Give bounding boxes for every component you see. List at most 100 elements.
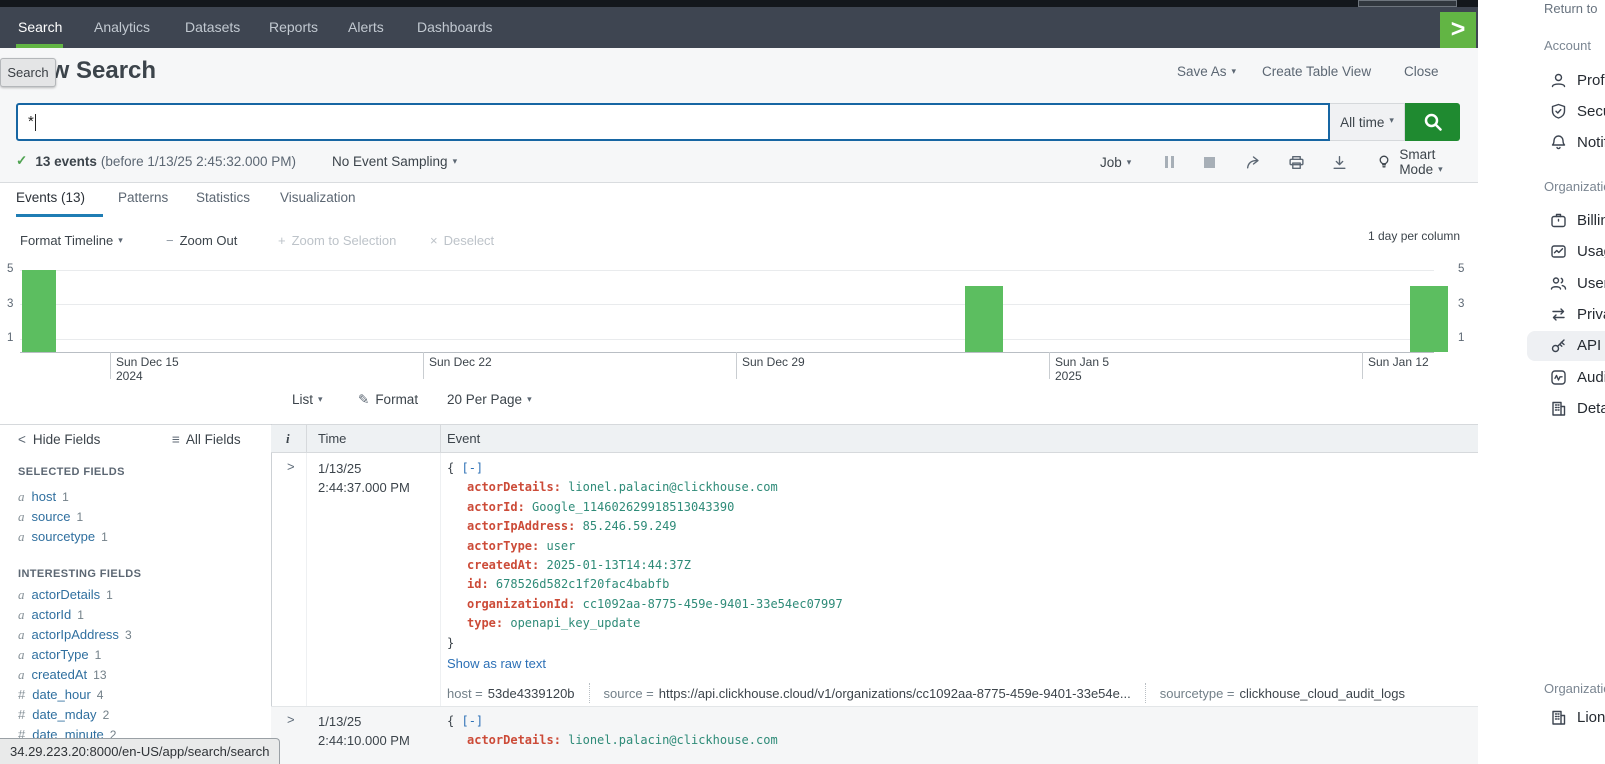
search-submit-button[interactable] [1405,103,1460,141]
search-hover-tooltip: Search [0,58,56,87]
gridline-3 [20,304,1434,305]
meta-host-value[interactable]: 53de4339120b [488,684,575,703]
return-to-link[interactable]: Return to [1544,1,1597,16]
ytick-left-1: 1 [7,332,13,344]
field-host[interactable]: ahost1 [18,489,69,505]
nav-item-search[interactable]: Search [18,7,62,48]
sidebar-item-security[interactable]: Security [1550,103,1605,120]
event-count-detail: (before 1/13/25 2:45:32.000 PM) [101,154,296,169]
sidebar-item-profile[interactable]: Profile [1550,72,1605,89]
magnifier-icon [1423,112,1443,132]
timeline-bar[interactable] [1410,286,1448,352]
event-sampling-dropdown[interactable]: No Event Sampling [332,154,457,169]
meta-separator [589,683,590,703]
interesting-fields-title: INTERESTING FIELDS [18,568,141,580]
timeline-bar[interactable] [965,286,1003,352]
sidebar-item-api-keys[interactable]: API keys [1550,337,1605,354]
header-col-divider [306,425,307,453]
ytick-left-3: 3 [7,298,13,310]
x-icon [430,233,438,248]
meta-source-value[interactable]: https://api.clickhouse.cloud/v1/organiza… [659,684,1131,703]
export-job-icon[interactable] [1331,154,1348,171]
stop-job-icon[interactable] [1204,157,1215,168]
job-controls: Job Smart Mode [1100,150,1478,174]
tab-statistics[interactable]: Statistics [196,190,250,205]
timeline-bar[interactable] [22,270,56,352]
collapse-json-link[interactable]: [-] [461,714,483,728]
event-json: { [-] actorDetails: lionel.palacin@click… [447,712,778,751]
xlabel-dec15: Sun Dec 152024 [116,355,179,383]
account-section-title: Account [1544,38,1591,53]
per-page-dropdown[interactable]: 20 Per Page [447,392,532,407]
person-icon [1550,72,1567,89]
job-menu[interactable]: Job [1100,155,1131,170]
create-table-view-button[interactable]: Create Table View [1262,64,1371,79]
field-date-hour[interactable]: #date_hour4 [18,687,103,702]
active-tab-underline [16,214,103,217]
clickhouse-console-sidebar: Return to Account Profile Security Notif… [1478,0,1605,764]
tab-patterns[interactable]: Patterns [118,190,168,205]
zoom-to-selection-button[interactable]: Zoom to Selection [278,233,396,248]
xlabel-dec22: Sun Dec 22 [429,355,492,369]
sidebar-item-organization-lionel[interactable]: Lionel [1550,709,1605,726]
list-view-dropdown[interactable]: List [292,392,323,407]
collapse-json-link[interactable]: [-] [461,461,483,475]
expand-event-chevron[interactable]: > [287,712,295,727]
meta-sourcetype-value[interactable]: clickhouse_cloud_audit_logs [1240,684,1406,703]
zoom-out-button[interactable]: Zoom Out [166,233,237,248]
sidebar-item-users[interactable]: Users [1550,275,1605,292]
hide-fields-button[interactable]: Hide Fields [18,432,100,447]
sidebar-item-private-endpoints[interactable]: Private endpoints [1550,306,1605,323]
xlabel-dec29: Sun Dec 29 [742,355,805,369]
nav-item-alerts[interactable]: Alerts [348,7,384,48]
field-date-mday[interactable]: #date_mday2 [18,707,109,722]
job-status-row: 13 events (before 1/13/25 2:45:32.000 PM… [16,153,457,169]
field-actorid[interactable]: aactorId1 [18,607,84,623]
nav-item-reports[interactable]: Reports [269,7,318,48]
event-timeline-chart [20,258,1434,353]
splunk-logo-icon[interactable]: > [1440,12,1476,48]
ytick-right-3: 3 [1458,298,1464,310]
field-createdat[interactable]: acreatedAt13 [18,667,107,683]
organization-section-title: Organization [1544,179,1605,194]
all-fields-button[interactable]: All Fields [172,432,241,447]
deselect-button[interactable]: Deselect [430,233,494,248]
sidebar-item-billing[interactable]: Billing [1550,212,1605,229]
tab-visualization[interactable]: Visualization [280,190,356,205]
week-tick [1049,352,1050,379]
share-job-icon[interactable] [1245,154,1262,171]
close-button[interactable]: Close [1404,64,1439,79]
nav-item-analytics[interactable]: Analytics [94,7,150,48]
sidebar-item-usage[interactable]: Usage [1550,243,1605,260]
field-actortype[interactable]: aactorType1 [18,647,101,663]
expand-event-chevron[interactable]: > [287,459,295,474]
browser-chrome-strip [0,0,1478,7]
print-job-icon[interactable] [1288,154,1305,171]
save-as-button[interactable]: Save As [1177,64,1236,79]
smart-mode-dropdown[interactable]: Smart Mode [1399,147,1478,177]
meta-separator [1145,683,1146,703]
ytick-right-1: 1 [1458,332,1464,344]
gridline-5 [20,270,1434,271]
show-raw-text-link[interactable]: Show as raw text [447,654,1405,673]
field-source[interactable]: asource1 [18,509,83,525]
tab-events[interactable]: Events (13) [16,190,85,205]
app-navbar: Search Analytics Datasets Reports Alerts… [0,7,1478,48]
users-icon [1550,275,1567,292]
search-query-input[interactable]: * [16,103,1330,141]
time-range-picker[interactable]: All time [1330,103,1405,141]
browser-status-url: 34.29.223.20:8000/en-US/app/search/searc… [0,738,280,764]
field-actordetails[interactable]: aactorDetails1 [18,587,113,603]
gridline-1 [20,339,1434,340]
nav-item-datasets[interactable]: Datasets [185,7,240,48]
nav-item-dashboards[interactable]: Dashboards [417,7,493,48]
sidebar-item-details[interactable]: Details [1550,400,1605,417]
field-sourcetype[interactable]: asourcetype1 [18,529,108,545]
pause-job-icon[interactable] [1165,156,1174,168]
format-timeline-dropdown[interactable]: Format Timeline [20,233,123,248]
sidebar-item-audit[interactable]: Audit [1550,369,1605,386]
sidebar-item-notifications[interactable]: Notifications [1550,134,1605,151]
xlabel-jan5: Sun Jan 52025 [1055,355,1109,383]
field-actoripaddress[interactable]: aactorIpAddress3 [18,627,132,643]
format-results-button[interactable]: Format [358,392,418,408]
